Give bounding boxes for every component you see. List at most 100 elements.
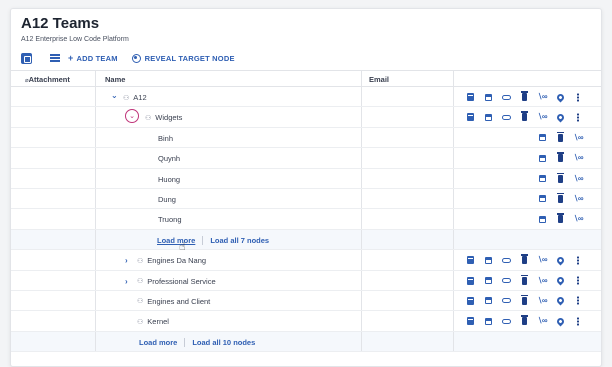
archive-icon[interactable] xyxy=(479,87,497,107)
tree-row[interactable]: ⌄ ⚇ A12 ∖∞ xyxy=(11,87,601,108)
unlink-icon[interactable]: ∖∞ xyxy=(569,169,587,189)
more-options-icon[interactable] xyxy=(569,291,587,311)
move-icon[interactable] xyxy=(461,250,479,270)
tree-row[interactable]: ⚇ Kernel ∖∞ xyxy=(11,311,601,332)
load-all-link[interactable]: Load all 7 nodes xyxy=(210,236,269,245)
unlink-icon[interactable]: ∖∞ xyxy=(533,87,551,107)
load-more-link[interactable]: Load more xyxy=(157,236,195,245)
plus-icon: + xyxy=(68,52,74,63)
archive-icon[interactable] xyxy=(533,209,551,229)
link-divider xyxy=(184,337,186,347)
location-pin-icon[interactable] xyxy=(551,107,569,127)
link-icon[interactable] xyxy=(497,87,515,107)
delete-icon[interactable] xyxy=(515,87,533,107)
delete-icon[interactable] xyxy=(515,291,533,311)
archive-icon[interactable] xyxy=(533,148,551,168)
unlink-icon[interactable]: ∖∞ xyxy=(533,271,551,291)
archive-icon[interactable] xyxy=(479,291,497,311)
unlink-icon[interactable]: ∖∞ xyxy=(569,189,587,209)
delete-icon xyxy=(556,213,564,224)
link-icon xyxy=(501,298,511,304)
tree-row[interactable]: Truong ∖∞ xyxy=(11,209,601,230)
unlink-icon[interactable]: ∖∞ xyxy=(533,250,551,270)
unlink-icon[interactable]: ∖∞ xyxy=(569,148,587,168)
unlink-icon[interactable]: ∖∞ xyxy=(533,311,551,331)
column-header-attachment[interactable]: ⌀Attachment xyxy=(25,75,70,84)
tree-row[interactable]: Huong ∖∞ xyxy=(11,168,601,189)
unlink-icon[interactable]: ∖∞ xyxy=(533,291,551,311)
tree-row[interactable]: Quynh ∖∞ xyxy=(11,148,601,169)
delete-icon[interactable] xyxy=(551,209,569,229)
delete-icon[interactable] xyxy=(551,128,569,148)
reveal-target-node-button[interactable]: REVEAL TARGET NODE xyxy=(131,53,235,63)
delete-icon[interactable] xyxy=(515,250,533,270)
archive-icon[interactable] xyxy=(533,128,551,148)
link-icon xyxy=(501,114,511,120)
chevron-right-icon[interactable]: › xyxy=(125,256,137,265)
location-pin-icon[interactable] xyxy=(551,271,569,291)
link-divider xyxy=(202,235,204,245)
chevron-right-icon[interactable]: › xyxy=(125,277,137,286)
column-header-email[interactable]: Email xyxy=(369,75,389,84)
add-team-button[interactable]: + ADD TEAM xyxy=(68,52,118,63)
link-icon[interactable] xyxy=(497,291,515,311)
name-cell: Huong xyxy=(158,175,180,184)
archive-icon[interactable] xyxy=(533,189,551,209)
move-icon[interactable] xyxy=(461,107,479,127)
location-pin-icon[interactable] xyxy=(551,291,569,311)
link-icon[interactable] xyxy=(497,107,515,127)
tree-row[interactable]: Dung ∖∞ xyxy=(11,188,601,210)
delete-icon[interactable] xyxy=(551,189,569,209)
location-pin-icon[interactable] xyxy=(551,87,569,107)
chevron-down-icon[interactable]: ⌄ xyxy=(111,91,123,100)
node-label: A12 xyxy=(133,93,147,102)
delete-icon[interactable] xyxy=(551,148,569,168)
collapse-chevron-icon[interactable]: ⌄ xyxy=(125,109,139,124)
row-actions: ∖∞ xyxy=(533,209,587,229)
name-cell: Binh xyxy=(158,134,173,143)
more-options-icon xyxy=(577,296,579,306)
move-icon[interactable] xyxy=(461,291,479,311)
menu-icon[interactable] xyxy=(50,54,60,62)
delete-icon xyxy=(520,91,528,101)
archive-icon[interactable] xyxy=(479,250,497,270)
tree-row[interactable]: › ⚇ Engines Da Nang ∖∞ xyxy=(11,250,601,271)
tree-row[interactable]: ⚇ Engines and Client ∖∞ xyxy=(11,290,601,312)
archive-icon[interactable] xyxy=(533,169,551,189)
unlink-icon[interactable]: ∖∞ xyxy=(569,209,587,229)
delete-icon[interactable] xyxy=(515,107,533,127)
archive-icon[interactable] xyxy=(479,311,497,331)
add-node-icon[interactable] xyxy=(21,52,32,64)
location-pin-icon[interactable] xyxy=(551,250,569,270)
move-icon[interactable] xyxy=(461,87,479,107)
archive-icon xyxy=(484,93,492,101)
row-actions: ∖∞ xyxy=(461,107,587,127)
link-icon[interactable] xyxy=(497,311,515,331)
archive-icon[interactable] xyxy=(479,107,497,127)
more-options-icon[interactable] xyxy=(569,271,587,291)
more-options-icon xyxy=(577,316,579,326)
unlink-icon[interactable]: ∖∞ xyxy=(569,128,587,148)
move-icon[interactable] xyxy=(461,311,479,331)
location-pin-icon[interactable] xyxy=(551,311,569,331)
delete-icon[interactable] xyxy=(551,169,569,189)
team-icon: ⚇ xyxy=(137,298,144,306)
unlink-icon: ∖∞ xyxy=(573,193,583,203)
move-icon[interactable] xyxy=(461,271,479,291)
delete-icon[interactable] xyxy=(515,271,533,291)
column-header-name[interactable]: Name xyxy=(105,75,125,84)
archive-icon[interactable] xyxy=(479,271,497,291)
delete-icon[interactable] xyxy=(515,311,533,331)
more-options-icon[interactable] xyxy=(569,311,587,331)
tree-row[interactable]: Binh ∖∞ xyxy=(11,127,601,149)
more-options-icon[interactable] xyxy=(569,107,587,127)
load-more-link[interactable]: Load more xyxy=(139,338,177,347)
tree-row[interactable]: ⌄ ⚇ Widgets ∖∞ xyxy=(11,107,601,128)
link-icon[interactable] xyxy=(497,250,515,270)
tree-row[interactable]: › ⚇ Professional Service ∖∞ xyxy=(11,270,601,291)
load-all-link[interactable]: Load all 10 nodes xyxy=(192,338,255,347)
more-options-icon[interactable] xyxy=(569,87,587,107)
link-icon[interactable] xyxy=(497,271,515,291)
more-options-icon[interactable] xyxy=(569,250,587,270)
unlink-icon[interactable]: ∖∞ xyxy=(533,107,551,127)
